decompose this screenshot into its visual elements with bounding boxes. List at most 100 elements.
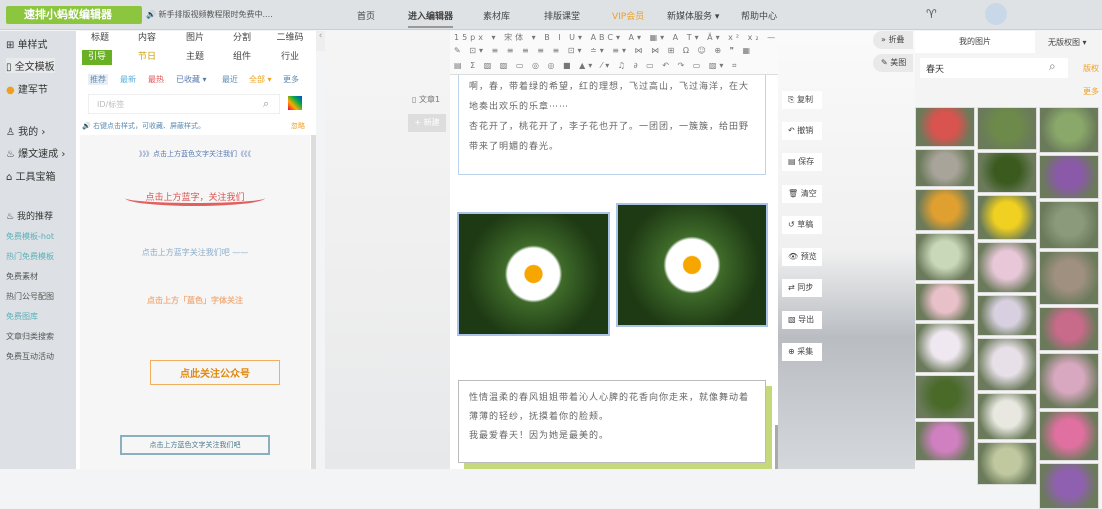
sidebar-link[interactable]: 热门公号配图 [6, 291, 54, 302]
style-item[interactable]: 点此关注公众号 [150, 360, 280, 385]
style-list-scrollbar[interactable] [311, 135, 316, 469]
tab-component[interactable]: 组件 [222, 50, 262, 65]
beautify-button[interactable]: ✎ 美图 [873, 54, 913, 72]
style-item[interactable]: 》》》点击上方蓝色文字关注我们《《《 [80, 149, 310, 159]
tab-title[interactable]: 标题 [80, 31, 120, 46]
tab-festival[interactable]: 节日 [127, 50, 167, 65]
image-thumbnail[interactable] [977, 107, 1037, 150]
image-thumbnail[interactable] [1039, 107, 1099, 153]
paragraph[interactable]: 杏花开了，桃花开了，李子花也开了。一团团，一簇簇，给田野带来了明媚的春光。 [469, 117, 755, 157]
style-item[interactable]: 点击上方蓝色文字关注我们吧 [120, 435, 270, 455]
tab-divider[interactable]: 分割 [222, 31, 262, 46]
nav-editor[interactable]: 进入编辑器 [408, 9, 454, 28]
tab-free-images[interactable]: 无版权图 ▾ [1048, 37, 1087, 48]
search-icon[interactable]: ⌕ [263, 97, 269, 111]
filter-recent[interactable]: 最近 [222, 74, 238, 85]
format-buttons[interactable]: B I U▾ ABC▾ A▾ ▦▾ A T▾ Ä▾ x² x₂ — ▢ ⇱ [544, 33, 809, 42]
export-button[interactable]: ▧ 导出 [782, 311, 822, 329]
sidebar-link[interactable]: 免费模板-hot [6, 231, 54, 242]
image-thumbnail[interactable] [977, 195, 1037, 240]
tab-industry[interactable]: 行业 [270, 50, 310, 65]
content-block[interactable]: 啊，春，带着绿的希望，红的理想，飞过高山，飞过海洋，在大地奏出欢乐的乐章⋯⋯ 杏… [458, 75, 766, 175]
tab-content[interactable]: 内容 [127, 31, 167, 46]
sidebar-link[interactable]: 文章归类搜索 [6, 331, 54, 342]
copy-button[interactable]: ⎘ 复制 [782, 91, 822, 109]
filter-more[interactable]: 更多 [283, 74, 299, 85]
shirt-icon[interactable]: ♈ [926, 7, 937, 21]
sync-button[interactable]: ⇄ 同步 [782, 279, 822, 297]
sidebar-link[interactable]: 免费互动活动 [6, 351, 54, 362]
image-thumbnail[interactable] [915, 149, 975, 187]
color-palette-icon[interactable] [288, 96, 302, 110]
sidebar-item-toolbox[interactable]: ⌂ 工具宝箱 [6, 168, 56, 183]
tab-guide[interactable]: 引导 [82, 50, 112, 65]
tab-theme[interactable]: 主题 [175, 50, 215, 65]
image-thumbnail[interactable] [1039, 155, 1099, 199]
image-thumbnail[interactable] [977, 442, 1037, 485]
image-thumbnail[interactable] [915, 323, 975, 373]
sidebar-item-army-day[interactable]: ● 建军节 [6, 81, 48, 96]
fold-button[interactable]: » 折叠 [873, 31, 913, 49]
new-doc-button[interactable]: + 新建 [408, 114, 446, 132]
doc-tab[interactable]: ▯ 文章1 [412, 94, 440, 105]
style-search-input[interactable]: ID/标签 [88, 94, 280, 114]
filter-hottest[interactable]: 最热 [148, 74, 164, 85]
tab-image[interactable]: 图片 [175, 31, 215, 46]
filter-latest[interactable]: 最新 [120, 74, 136, 85]
image-thumbnail[interactable] [1039, 307, 1099, 351]
image-thumbnail[interactable] [1039, 411, 1099, 461]
sidebar-link[interactable]: 免费素材 [6, 271, 38, 282]
style-item[interactable]: 点击上方蓝字，关注我们 [125, 190, 265, 206]
sidebar-item-single-style[interactable]: ⊞ 单样式 [6, 36, 48, 51]
image-thumbnail[interactable] [977, 295, 1037, 336]
undo-button[interactable]: ↶ 撤销 [782, 122, 822, 140]
ignore-link[interactable]: 忽略 [291, 121, 305, 131]
clear-button[interactable]: 🗑 清空 [782, 185, 822, 203]
image-thumbnail[interactable] [915, 189, 975, 231]
daisy-image[interactable] [616, 203, 768, 327]
image-thumbnail[interactable] [977, 393, 1037, 440]
paragraph[interactable]: 啊，春，带着绿的希望，红的理想，飞过高山，飞过海洋，在大地奏出欢乐的乐章⋯⋯ [469, 77, 755, 117]
filter-favorites[interactable]: 已收藏 ▾ [176, 74, 207, 85]
style-item[interactable]: 点击上方「蓝色」字体关注 [80, 295, 310, 306]
paragraph[interactable]: 我最爱春天！因为她是最美的。 [469, 427, 755, 446]
image-thumbnail[interactable] [977, 338, 1037, 391]
image-thumbnail[interactable] [1039, 251, 1099, 305]
image-thumbnail[interactable] [1039, 201, 1099, 249]
content-block[interactable]: 性情温柔的春风姐姐带着沁人心脾的花香向你走来，就像舞动着薄薄的轻纱，抚摸着你的脸… [458, 380, 766, 463]
filter-recommend[interactable]: 推荐 [88, 74, 108, 85]
nav-home[interactable]: 首页 [357, 9, 375, 22]
search-icon[interactable]: ⌕ [1049, 59, 1056, 74]
tab-my-images[interactable]: 我的图片 [915, 31, 1035, 53]
nav-vip[interactable]: VIP会员 [612, 9, 644, 22]
filter-all[interactable]: 全部 ▾ [249, 74, 272, 85]
daisy-image[interactable] [457, 212, 610, 336]
sidebar-item-templates[interactable]: ▯ 全文模板 [6, 58, 55, 73]
sidebar-item-mine[interactable]: ♙ 我的 › [6, 123, 45, 138]
nav-courses[interactable]: 排版课堂 [544, 9, 580, 22]
logo[interactable]: 速排小蚂蚁编辑器 [6, 6, 142, 24]
nav-help[interactable]: 帮助中心 [741, 9, 777, 22]
font-family-select[interactable]: 宋体 ▾ [504, 33, 539, 42]
image-search-input[interactable]: 春天 [920, 58, 1068, 78]
draft-button[interactable]: ↺ 草稿 [782, 216, 822, 234]
collapse-panel-button[interactable]: ‹ [316, 31, 325, 51]
copyright-link[interactable]: 版权 [1083, 63, 1099, 74]
image-thumbnail[interactable] [1039, 463, 1099, 509]
font-size-select[interactable]: 15px ▾ [454, 33, 499, 42]
more-link[interactable]: 更多 [1083, 86, 1099, 97]
notice-text[interactable]: 🔊 新手排版视频教程限时免费中.... [146, 9, 273, 20]
tab-qrcode[interactable]: 二维码 [270, 31, 310, 46]
nav-materials[interactable]: 素材库 [483, 9, 510, 22]
preview-button[interactable]: 👁 预览 [782, 248, 822, 266]
style-item[interactable]: 点击上方蓝字关注我们吧 —— [80, 247, 310, 258]
image-thumbnail[interactable] [915, 421, 975, 461]
sidebar-link[interactable]: 热门免费模板 [6, 251, 54, 262]
collect-button[interactable]: ⊕ 采集 [782, 343, 822, 361]
image-thumbnail[interactable] [1039, 353, 1099, 409]
image-thumbnail[interactable] [977, 152, 1037, 193]
image-thumbnail[interactable] [915, 233, 975, 281]
toolbar-row-2[interactable]: ✎ ⊡▾ ≡ ≡ ≡ ≡ ≡ ⊡▾ ≐▾ ≡▾ ⋈ ⋈ ⊞ Ω ☺ ⊕ ❞ ▦ [454, 46, 753, 55]
sidebar-item-viral[interactable]: ♨ 爆文速成 › [6, 145, 65, 160]
image-thumbnail[interactable] [915, 375, 975, 419]
